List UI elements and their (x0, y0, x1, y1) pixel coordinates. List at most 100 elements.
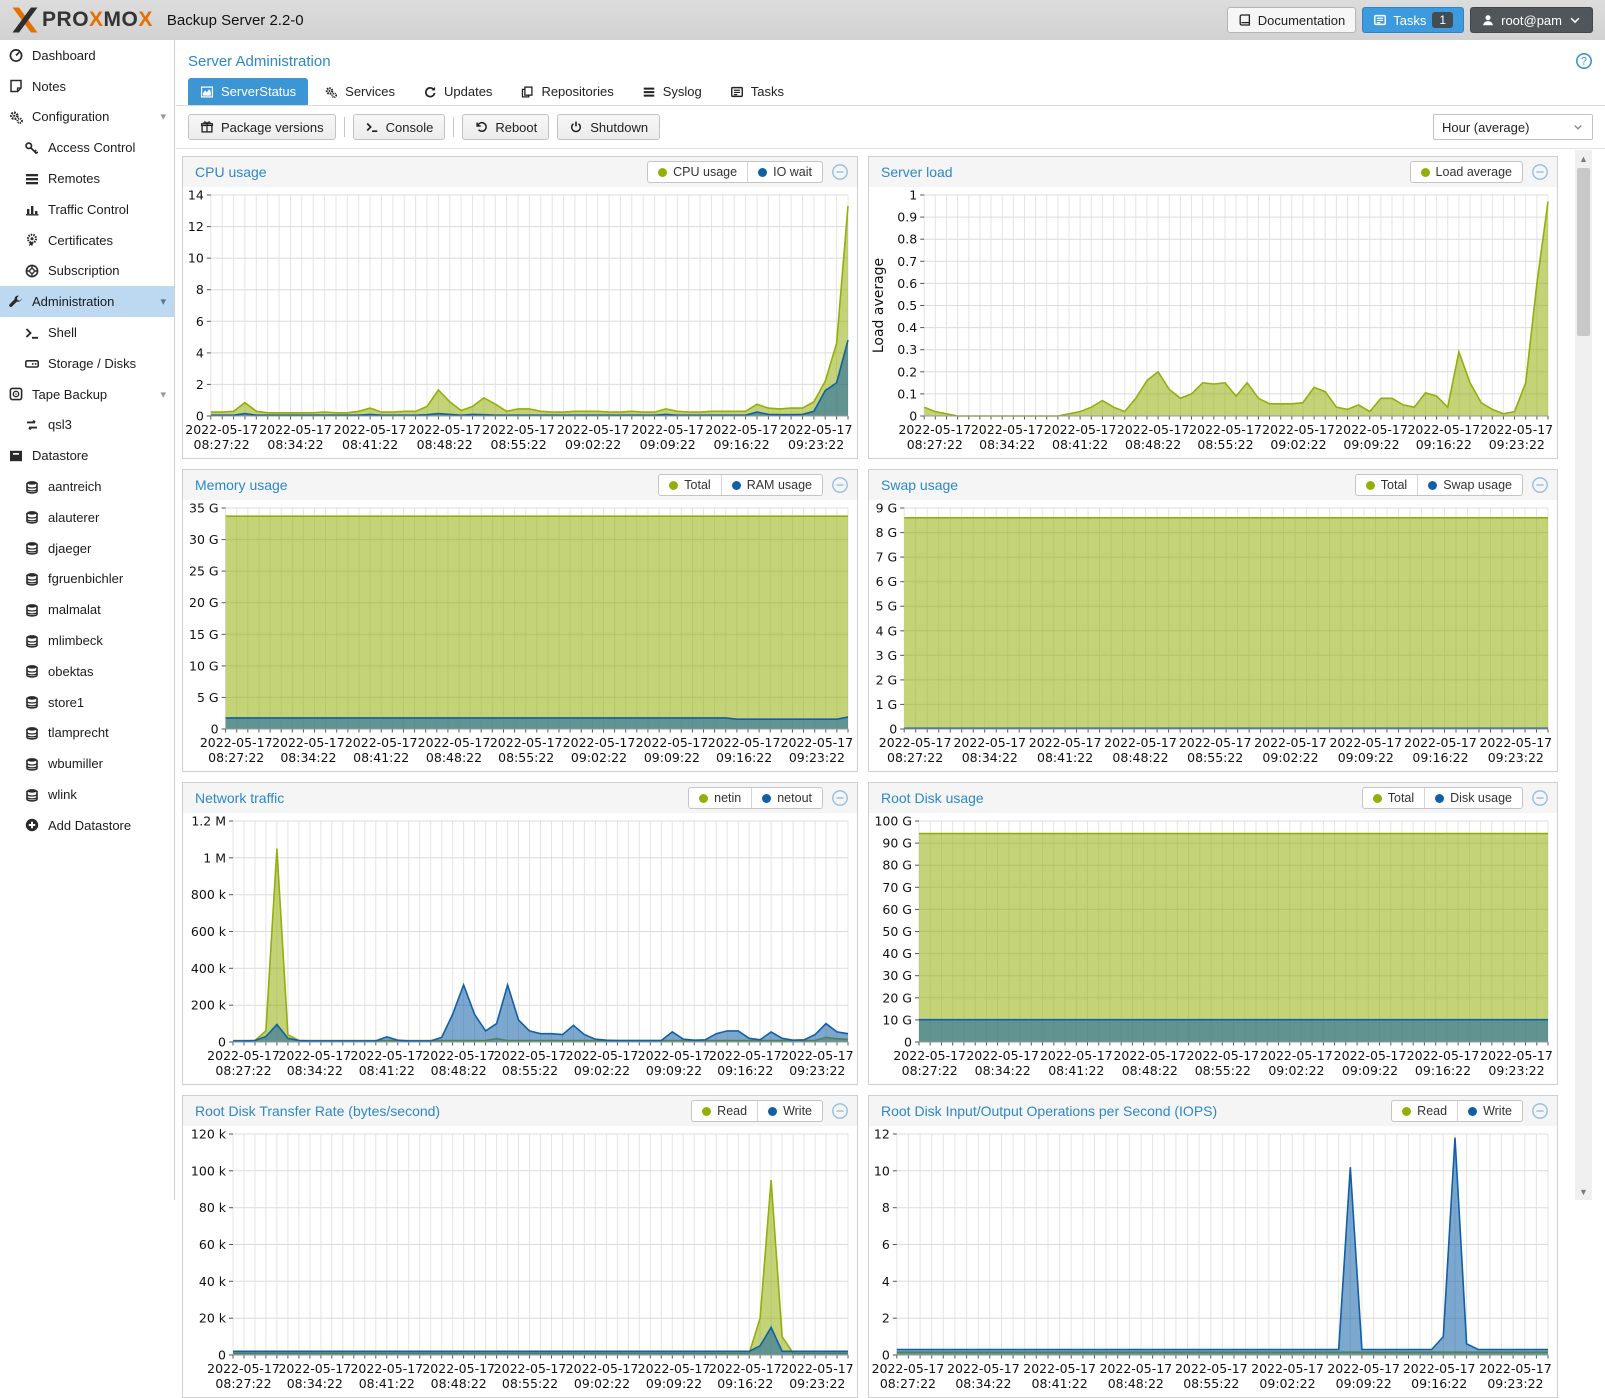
legend-item-read[interactable]: Read (1392, 1101, 1457, 1121)
sidebar-item-notes[interactable]: Notes (0, 71, 174, 102)
svg-text:2022-05-17: 2022-05-17 (494, 1361, 567, 1376)
undo-icon (474, 120, 488, 134)
sidebar-item-administration[interactable]: Administration▾ (0, 286, 174, 317)
svg-text:2022-05-17: 2022-05-17 (709, 1048, 782, 1063)
svg-text:10 G: 10 G (189, 658, 219, 673)
chart-panel-header: Network trafficnetinnetout (183, 783, 857, 813)
tab-repositories[interactable]: Repositories (508, 78, 625, 105)
legend-item-io-wait[interactable]: IO wait (747, 162, 822, 182)
proxmox-wordmark: PROXMOX (42, 8, 153, 32)
reboot-button[interactable]: Reboot (462, 114, 549, 140)
collapse-minus-icon[interactable] (1531, 789, 1549, 807)
collapse-minus-icon[interactable] (1531, 476, 1549, 494)
legend-item-total[interactable]: Total (1356, 475, 1417, 495)
legend-item-load-average[interactable]: Load average (1411, 162, 1522, 182)
sidebar-item-wbumiller[interactable]: wbumiller (0, 748, 174, 779)
tab-updates[interactable]: Updates (411, 78, 504, 105)
sidebar-item-alauterer[interactable]: alauterer (0, 502, 174, 533)
legend-item-read[interactable]: Read (692, 1101, 757, 1121)
shutdown-button[interactable]: Shutdown (557, 114, 660, 140)
legend-dot-icon (732, 481, 741, 490)
collapse-minus-icon[interactable] (1531, 1102, 1549, 1120)
vertical-scrollbar[interactable]: ▲ ▼ (1575, 150, 1592, 1200)
legend-item-netin[interactable]: netin (689, 788, 751, 808)
tab-label: Updates (444, 84, 492, 99)
svg-text:09:02:22: 09:02:22 (565, 437, 621, 452)
legend-item-total[interactable]: Total (659, 475, 720, 495)
chart-legend: Load average (1410, 161, 1523, 183)
legend-item-write[interactable]: Write (757, 1101, 822, 1121)
database-icon (24, 756, 40, 772)
user-menu-button[interactable]: root@pam (1470, 7, 1593, 33)
sidebar-item-store1[interactable]: store1 (0, 687, 174, 718)
sidebar-item-traffic-control[interactable]: Traffic Control (0, 194, 174, 225)
svg-text:09:23:22: 09:23:22 (1489, 437, 1545, 452)
legend-item-disk-usage[interactable]: Disk usage (1424, 788, 1522, 808)
help-icon[interactable]: ? (1575, 52, 1593, 70)
svg-text:14: 14 (188, 188, 204, 203)
sidebar-item-storage-disks[interactable]: Storage / Disks (0, 348, 174, 379)
scrollbar-thumb[interactable] (1577, 168, 1590, 336)
sidebar-item-malmalat[interactable]: malmalat (0, 594, 174, 625)
svg-text:2022-05-17: 2022-05-17 (1404, 735, 1477, 750)
legend-item-ram-usage[interactable]: RAM usage (721, 475, 822, 495)
svg-text:2022-05-17: 2022-05-17 (345, 735, 418, 750)
console-button[interactable]: Console (353, 114, 446, 140)
collapse-minus-icon[interactable] (831, 789, 849, 807)
sidebar-item-label: tlamprecht (48, 725, 109, 740)
sidebar-item-datastore[interactable]: Datastore (0, 440, 174, 471)
chart-svg-network: 0200 k400 k600 k800 k1 M1.2 M2022-05-170… (183, 813, 857, 1084)
expander-arrow-icon[interactable]: ▾ (160, 295, 166, 308)
svg-text:08:27:22: 08:27:22 (215, 1376, 271, 1391)
sidebar-item-label: wlink (48, 787, 77, 802)
sidebar-item-certificates[interactable]: Certificates (0, 225, 174, 256)
legend-item-write[interactable]: Write (1457, 1101, 1522, 1121)
legend-item-netout[interactable]: netout (751, 788, 822, 808)
expander-arrow-icon[interactable]: ▾ (160, 388, 166, 401)
legend-item-total[interactable]: Total (1363, 788, 1424, 808)
tab-serverstatus[interactable]: ServerStatus (188, 78, 308, 105)
database-icon (24, 571, 40, 587)
scroll-down-arrow[interactable]: ▼ (1575, 1183, 1592, 1200)
svg-text:09:23:22: 09:23:22 (789, 750, 845, 765)
sidebar-item-mlimbeck[interactable]: mlimbeck (0, 625, 174, 656)
sidebar-item-label: alauterer (48, 510, 99, 525)
sidebar-item-aantreich[interactable]: aantreich (0, 471, 174, 502)
documentation-button[interactable]: Documentation (1227, 7, 1356, 33)
collapse-minus-icon[interactable] (831, 163, 849, 181)
tab-services[interactable]: Services (312, 78, 407, 105)
legend-item-cpu-usage[interactable]: CPU usage (648, 162, 747, 182)
sidebar-item-shell[interactable]: Shell (0, 317, 174, 348)
svg-text:2022-05-17: 2022-05-17 (207, 1048, 280, 1063)
svg-text:08:55:22: 08:55:22 (1187, 750, 1243, 765)
collapse-minus-icon[interactable] (831, 476, 849, 494)
package-versions-button[interactable]: Package versions (188, 114, 336, 140)
sidebar-item-dashboard[interactable]: Dashboard (0, 40, 174, 71)
sidebar-item-qsl3[interactable]: qsl3 (0, 410, 174, 441)
sidebar-item-configuration[interactable]: Configuration▾ (0, 102, 174, 133)
svg-text:09:23:22: 09:23:22 (1488, 750, 1544, 765)
chart-body: 010 G20 G30 G40 G50 G60 G70 G80 G90 G100… (869, 813, 1557, 1084)
scroll-up-arrow[interactable]: ▲ (1575, 150, 1592, 167)
sidebar-item-fgruenbichler[interactable]: fgruenbichler (0, 564, 174, 595)
sidebar-item-tape-backup[interactable]: Tape Backup▾ (0, 379, 174, 410)
tab-syslog[interactable]: Syslog (630, 78, 714, 105)
collapse-minus-icon[interactable] (1531, 163, 1549, 181)
sidebar-item-add-datastore[interactable]: Add Datastore (0, 810, 174, 841)
sidebar-item-subscription[interactable]: Subscription (0, 256, 174, 287)
sidebar-item-access-control[interactable]: Access Control (0, 132, 174, 163)
tasks-button[interactable]: Tasks 1 (1362, 7, 1464, 33)
svg-text:70 G: 70 G (882, 880, 912, 895)
tab-tasks[interactable]: Tasks (718, 78, 796, 105)
sidebar-item-obektas[interactable]: obektas (0, 656, 174, 687)
sidebar-item-remotes[interactable]: Remotes (0, 163, 174, 194)
sidebar-item-djaeger[interactable]: djaeger (0, 533, 174, 564)
sidebar-item-tlamprecht[interactable]: tlamprecht (0, 718, 174, 749)
legend-item-swap-usage[interactable]: Swap usage (1417, 475, 1522, 495)
sidebar-item-wlink[interactable]: wlink (0, 779, 174, 810)
expander-arrow-icon[interactable]: ▾ (160, 110, 166, 123)
time-range-select[interactable]: Hour (average) (1433, 114, 1593, 140)
svg-text:0.8: 0.8 (897, 232, 917, 247)
svg-text:30 G: 30 G (882, 968, 912, 983)
collapse-minus-icon[interactable] (831, 1102, 849, 1120)
